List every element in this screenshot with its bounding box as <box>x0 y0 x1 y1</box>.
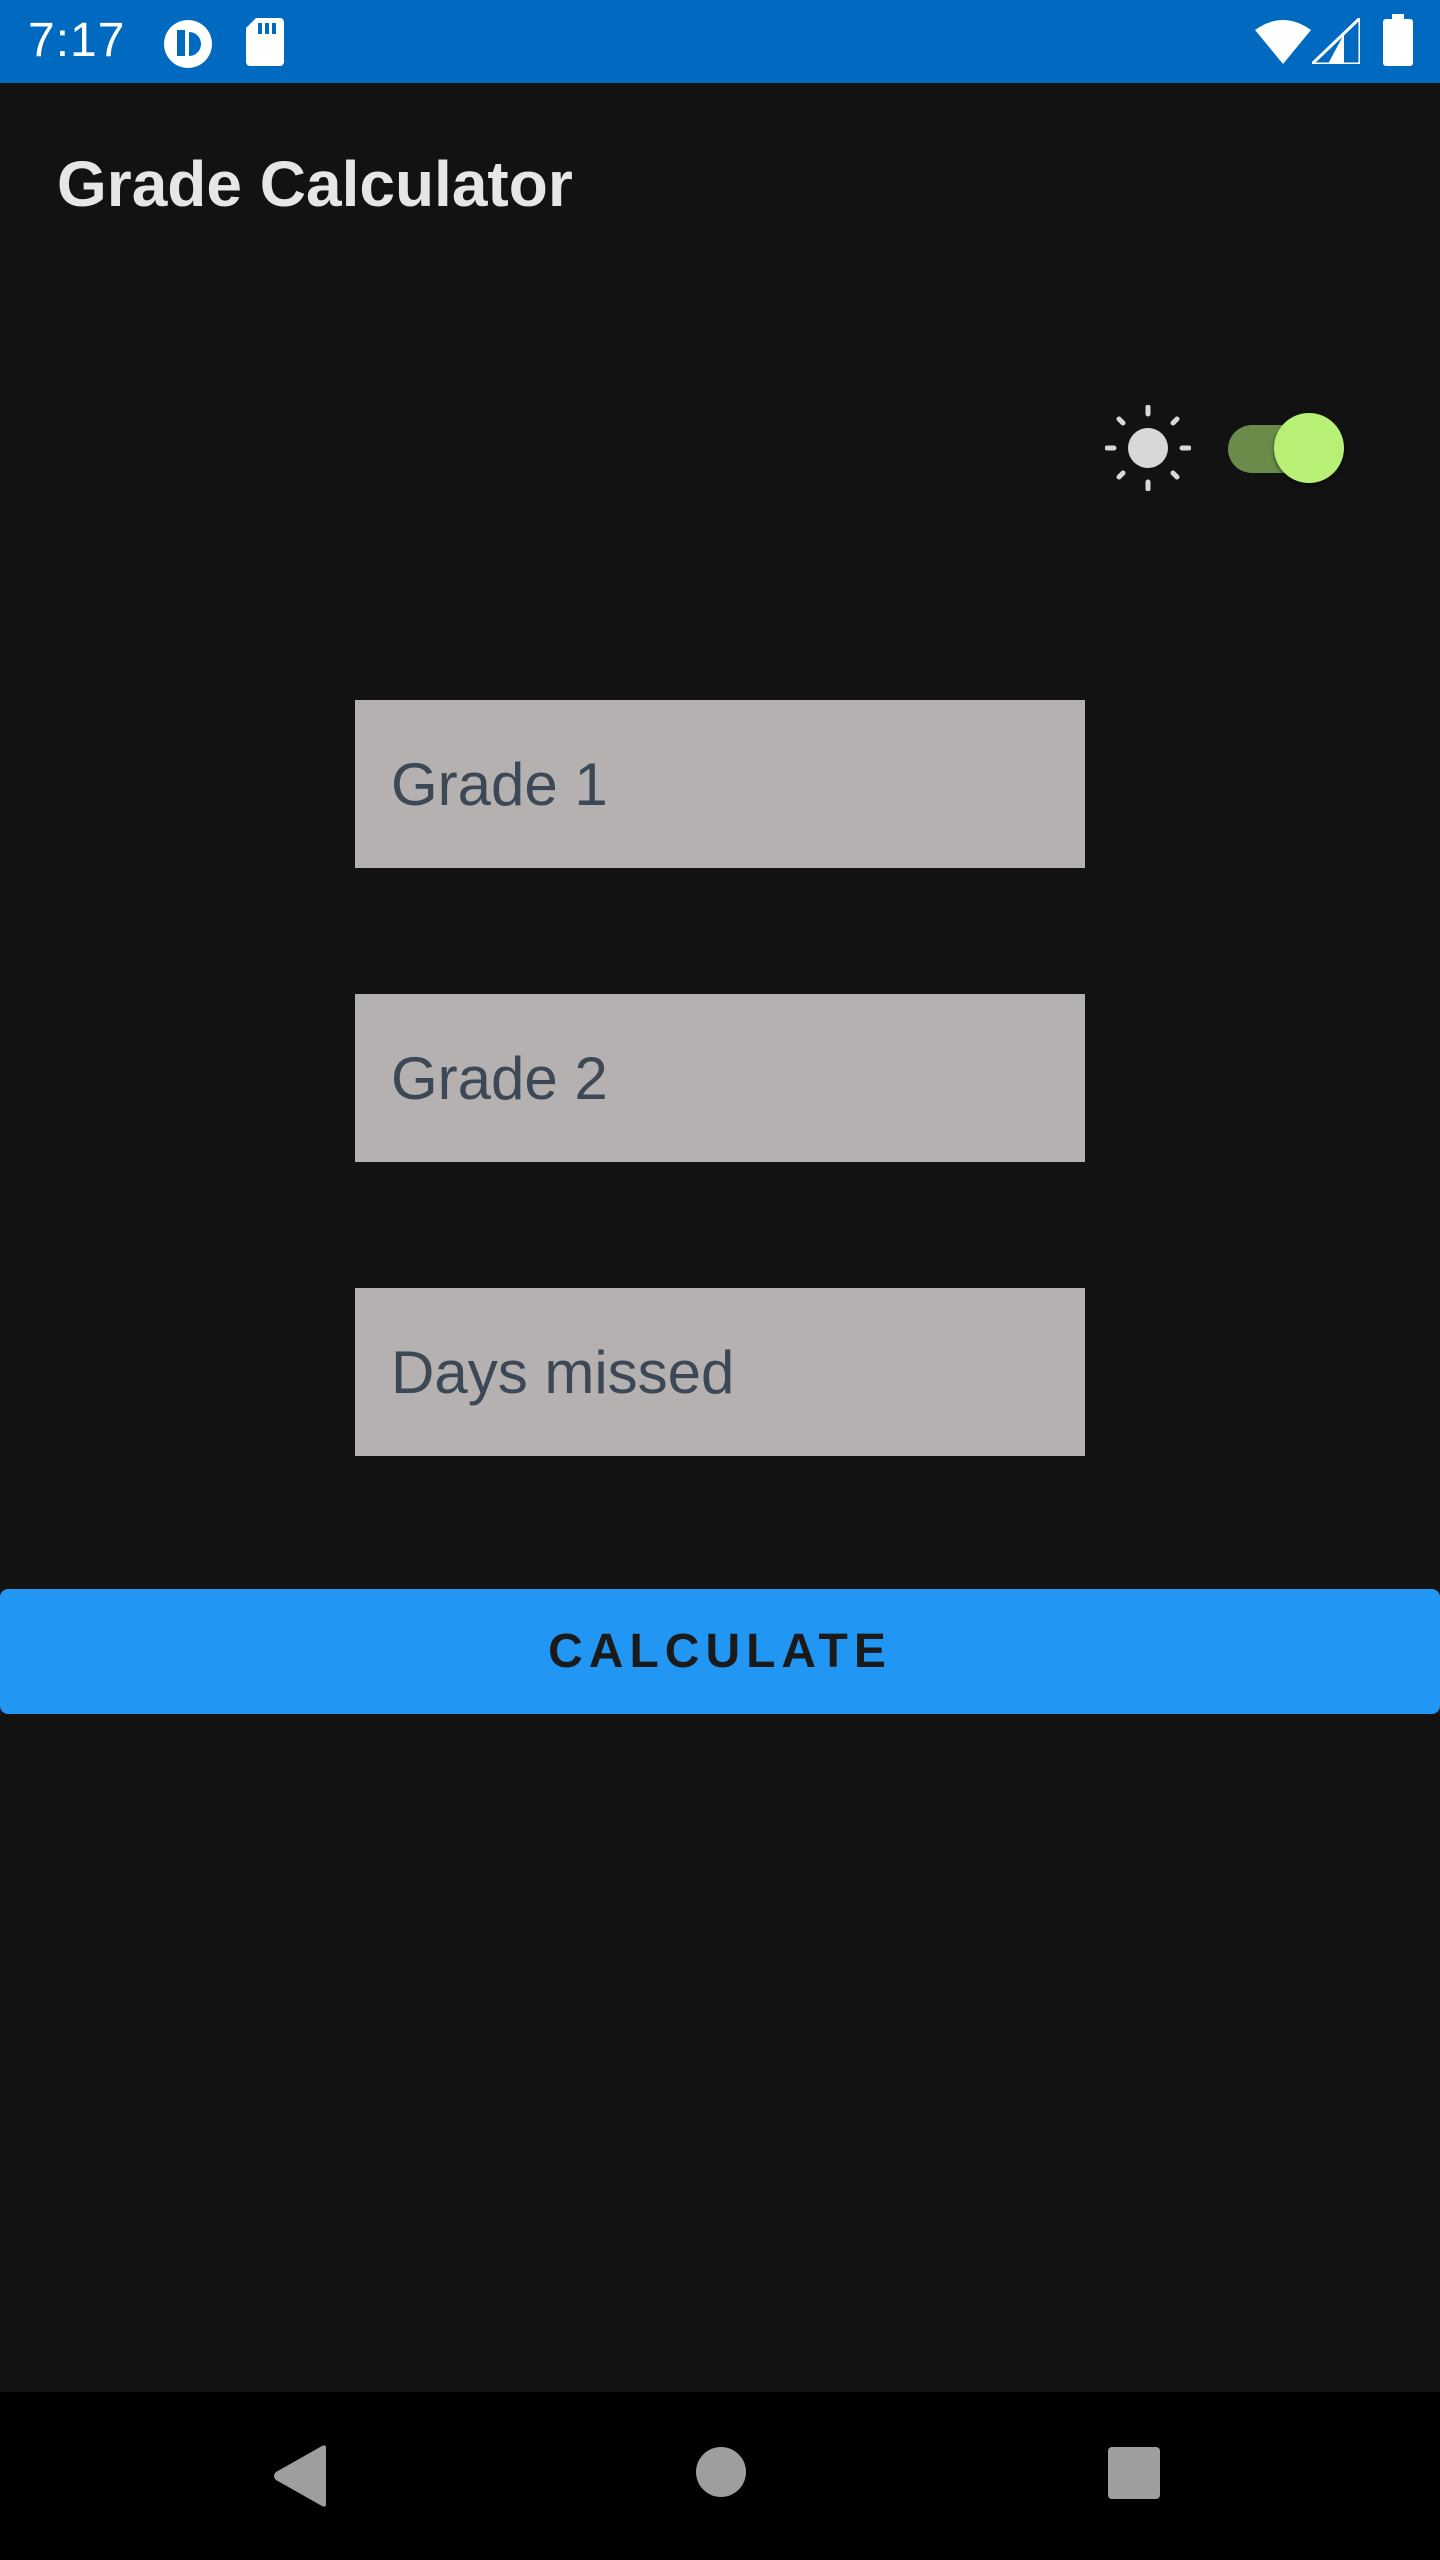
sun-icon <box>1105 405 1191 491</box>
theme-toggle-switch[interactable] <box>1228 413 1344 483</box>
grade-1-field-container <box>355 700 1085 868</box>
battery-icon <box>1383 14 1413 66</box>
grade-2-field-container <box>355 994 1085 1162</box>
app-title: Grade Calculator <box>57 148 573 220</box>
toggle-thumb <box>1274 413 1344 483</box>
home-icon[interactable] <box>695 2446 747 2498</box>
app-notification-icon <box>164 20 212 68</box>
cell-signal-icon <box>1312 18 1360 64</box>
days-missed-input[interactable] <box>391 1288 1049 1456</box>
navigation-bar <box>0 2392 1440 2560</box>
calculate-button[interactable]: CALCULATE <box>0 1589 1440 1714</box>
grade-1-input[interactable] <box>391 700 1049 868</box>
sd-card-icon <box>246 18 284 66</box>
wifi-icon <box>1255 20 1311 64</box>
back-icon[interactable] <box>270 2444 330 2508</box>
days-missed-field-container <box>355 1288 1085 1456</box>
status-bar: 7:17 <box>0 0 1440 83</box>
app-screen: 7:17 Grade Calculator Grade 1 Grade 2 Da… <box>0 0 1440 2560</box>
recents-icon[interactable] <box>1108 2447 1160 2499</box>
status-time: 7:17 <box>28 14 126 67</box>
grade-2-input[interactable] <box>391 994 1049 1162</box>
